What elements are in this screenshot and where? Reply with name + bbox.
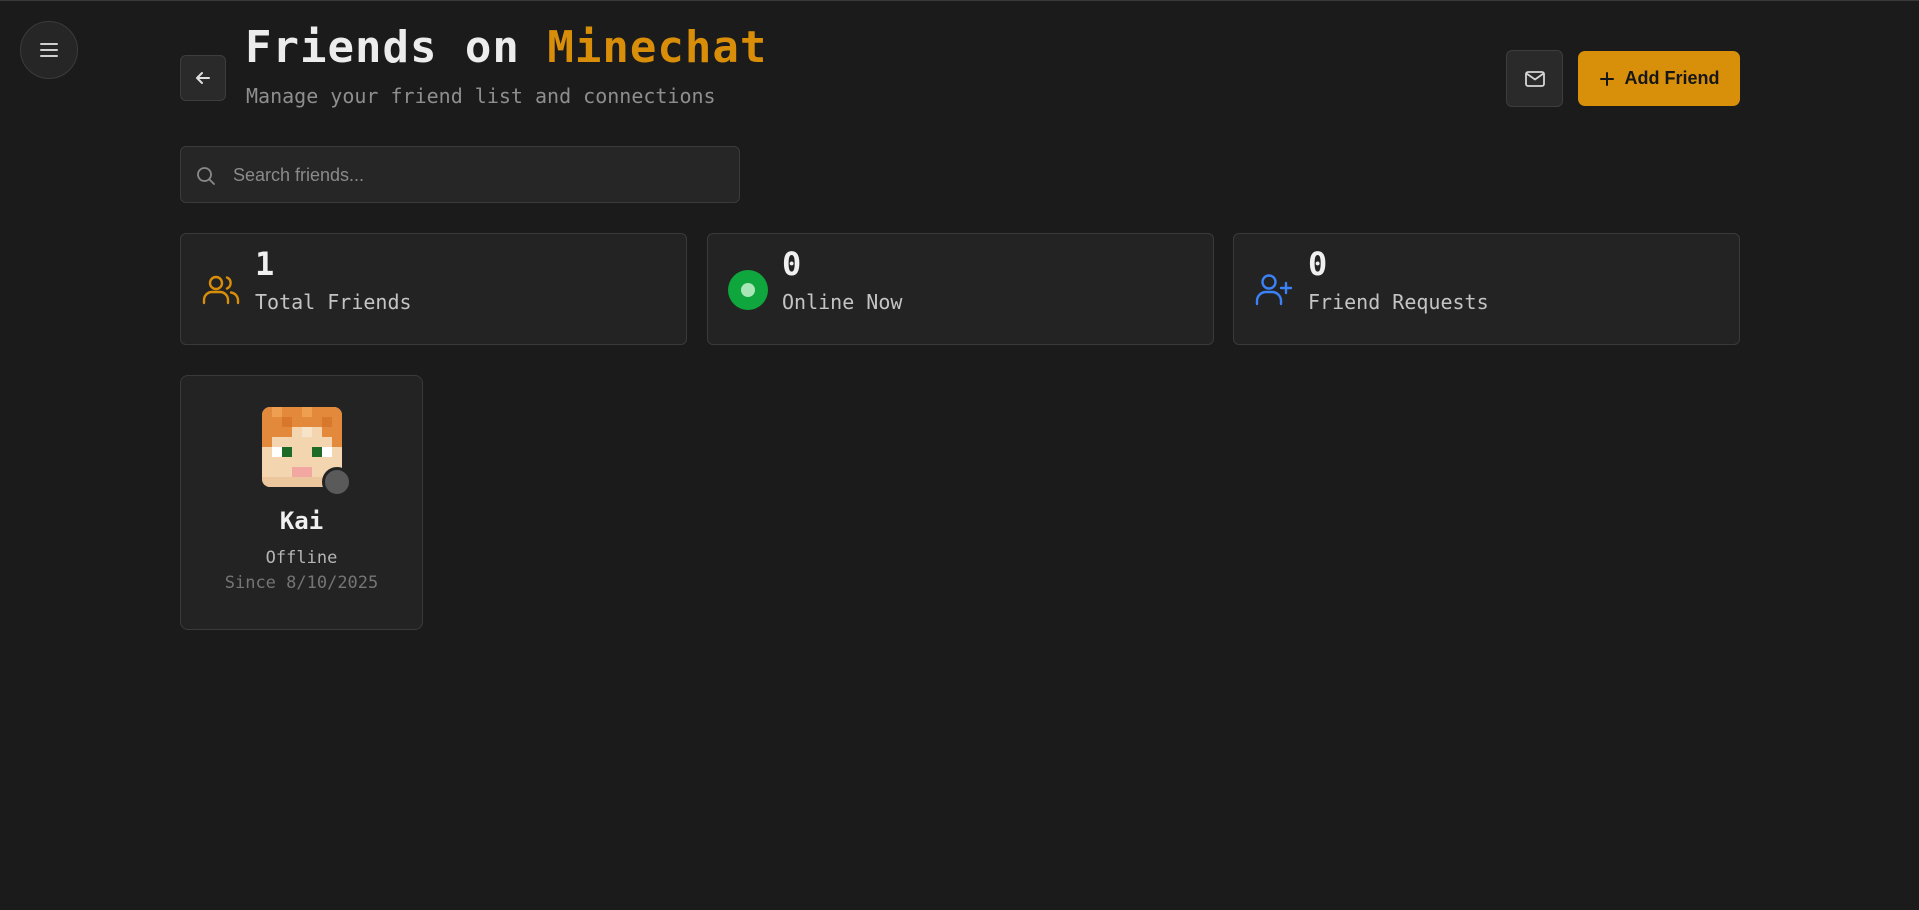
- stat-card-total-friends: 1 Total Friends: [180, 233, 687, 345]
- add-friend-label: Add Friend: [1624, 68, 1720, 88]
- online-now-count: 0: [782, 245, 802, 283]
- add-friend-button[interactable]: Add Friend: [1578, 51, 1740, 106]
- menu-icon: [40, 43, 58, 57]
- offline-status-dot: [322, 467, 352, 497]
- friend-requests-label: Friend Requests: [1308, 290, 1489, 314]
- search-box: [180, 146, 740, 204]
- friend-status: Offline: [265, 548, 338, 568]
- mail-icon: [1524, 70, 1545, 87]
- friend-since: Since 8/10/2025: [224, 573, 379, 593]
- online-dot-icon: [728, 270, 768, 310]
- menu-button[interactable]: [20, 21, 78, 79]
- brand-name: Minechat: [547, 22, 768, 73]
- messages-button[interactable]: [1506, 50, 1563, 107]
- top-border: [0, 0, 1919, 1]
- stat-card-online-now: 0 Online Now: [707, 233, 1214, 345]
- page-subtitle: Manage your friend list and connections: [246, 84, 716, 108]
- back-button[interactable]: [180, 55, 226, 101]
- friend-card[interactable]: Kai Offline Since 8/10/2025: [180, 375, 423, 630]
- users-icon: [201, 270, 241, 310]
- friend-requests-count: 0: [1308, 245, 1328, 283]
- search-icon: [197, 167, 215, 185]
- friend-name: Kai: [279, 507, 324, 535]
- total-friends-count: 1: [255, 245, 275, 283]
- page-title-prefix: Friends on: [245, 22, 548, 73]
- user-plus-icon: [1254, 270, 1294, 310]
- page-title: Friends on Minechat: [245, 22, 767, 74]
- plus-icon: [1599, 71, 1614, 86]
- arrow-left-icon: [196, 72, 210, 84]
- total-friends-label: Total Friends: [255, 290, 412, 314]
- search-input[interactable]: [231, 147, 730, 204]
- stat-card-friend-requests: 0 Friend Requests: [1233, 233, 1740, 345]
- online-now-label: Online Now: [782, 290, 903, 314]
- online-dot: [728, 270, 768, 310]
